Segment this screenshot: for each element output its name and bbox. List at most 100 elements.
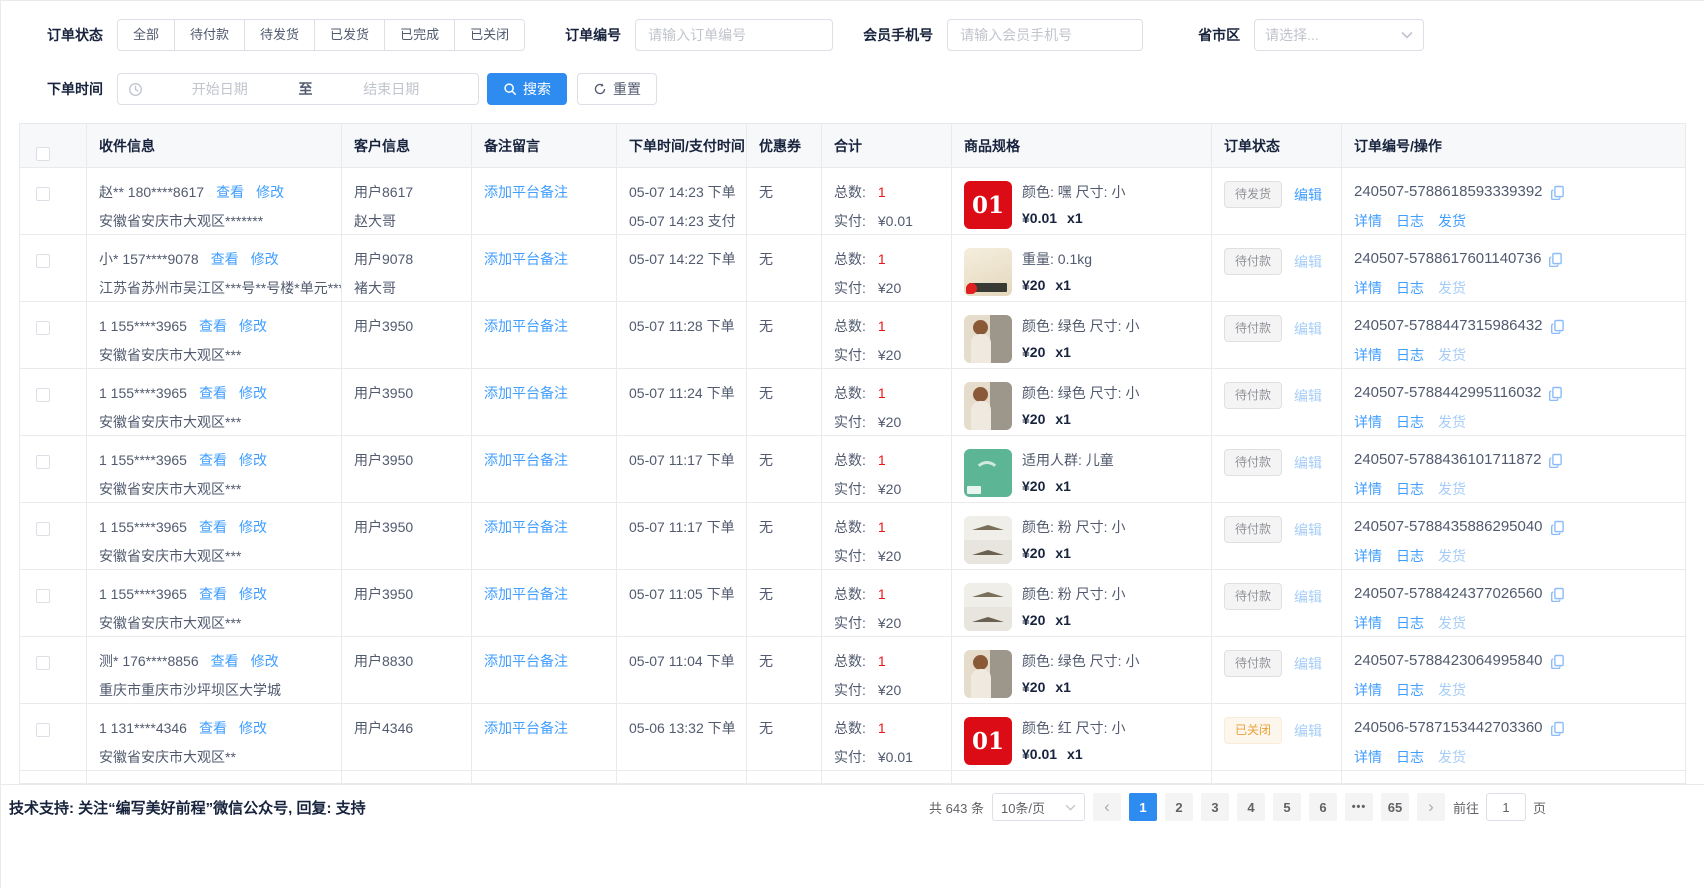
recipient-cell: 1 155****3965查看修改安徽省安庆市大观区***	[87, 436, 342, 502]
page-size-select[interactable]: 10条/页	[992, 793, 1085, 821]
page-button-6[interactable]: 6	[1309, 793, 1337, 821]
more-pages-button[interactable]: •••	[1345, 793, 1373, 821]
detail-link[interactable]: 详情	[1354, 548, 1382, 564]
row-checkbox[interactable]	[36, 723, 50, 737]
product-info: 适用人群: 儿童¥20x1	[1022, 449, 1114, 497]
row-checkbox[interactable]	[36, 589, 50, 603]
detail-link[interactable]: 详情	[1354, 347, 1382, 363]
table-row: 测* 176****8856查看修改重庆市重庆市沙坪坝区大学城用户8830添加平…	[20, 637, 1685, 704]
row-checkbox[interactable]	[36, 187, 50, 201]
status-tab[interactable]: 已发货	[314, 20, 384, 50]
select-all-checkbox[interactable]	[36, 147, 50, 161]
log-link[interactable]: 日志	[1396, 414, 1424, 430]
view-address-link[interactable]: 查看	[211, 653, 239, 669]
reset-button[interactable]: 重置	[577, 73, 657, 105]
log-link[interactable]: 日志	[1396, 481, 1424, 497]
row-checkbox[interactable]	[36, 455, 50, 469]
detail-link[interactable]: 详情	[1354, 481, 1382, 497]
modify-address-link[interactable]: 修改	[251, 251, 279, 267]
order-no-input[interactable]	[635, 19, 833, 51]
modify-address-link[interactable]: 修改	[256, 184, 284, 200]
modify-address-link[interactable]: 修改	[239, 385, 267, 401]
add-platform-note-link[interactable]: 添加平台备注	[484, 653, 568, 669]
view-address-link[interactable]: 查看	[199, 586, 227, 602]
status-tab[interactable]: 已完成	[384, 20, 454, 50]
copy-icon[interactable]	[1550, 520, 1565, 535]
page-button-5[interactable]: 5	[1273, 793, 1301, 821]
copy-icon[interactable]	[1550, 587, 1565, 602]
copy-icon[interactable]	[1550, 721, 1565, 736]
log-link[interactable]: 日志	[1396, 280, 1424, 296]
customer-cell: 用户3950	[342, 503, 472, 569]
copy-icon[interactable]	[1550, 654, 1565, 669]
log-link[interactable]: 日志	[1396, 615, 1424, 631]
copy-icon[interactable]	[1548, 453, 1563, 468]
row-checkbox[interactable]	[36, 656, 50, 670]
add-platform-note-link[interactable]: 添加平台备注	[484, 720, 568, 736]
detail-link[interactable]: 详情	[1354, 749, 1382, 765]
add-platform-note-link[interactable]: 添加平台备注	[484, 318, 568, 334]
recipient-line: 1 155****3965查看修改	[99, 382, 329, 404]
row-checkbox[interactable]	[36, 388, 50, 402]
log-link[interactable]: 日志	[1396, 213, 1424, 229]
page-button-2[interactable]: 2	[1165, 793, 1193, 821]
detail-link[interactable]: 详情	[1354, 615, 1382, 631]
log-link[interactable]: 日志	[1396, 749, 1424, 765]
add-platform-note-link[interactable]: 添加平台备注	[484, 586, 568, 602]
orders-table: 收件信息客户信息备注留言下单时间/支付时间优惠券合计商品规格订单状态订单编号/操…	[19, 123, 1686, 784]
log-link[interactable]: 日志	[1396, 682, 1424, 698]
page-button-3[interactable]: 3	[1201, 793, 1229, 821]
page-button-65[interactable]: 65	[1381, 793, 1409, 821]
log-link[interactable]: 日志	[1396, 548, 1424, 564]
log-link[interactable]: 日志	[1396, 347, 1424, 363]
row-checkbox[interactable]	[36, 254, 50, 268]
view-address-link[interactable]: 查看	[199, 318, 227, 334]
add-platform-note-link[interactable]: 添加平台备注	[484, 452, 568, 468]
view-address-link[interactable]: 查看	[199, 720, 227, 736]
modify-address-link[interactable]: 修改	[239, 586, 267, 602]
row-select-cell	[20, 570, 87, 636]
detail-link[interactable]: 详情	[1354, 213, 1382, 229]
view-address-link[interactable]: 查看	[199, 519, 227, 535]
row-select-cell	[20, 771, 87, 784]
status-tab[interactable]: 待付款	[174, 20, 244, 50]
modify-address-link[interactable]: 修改	[239, 519, 267, 535]
detail-link[interactable]: 详情	[1354, 280, 1382, 296]
row-checkbox[interactable]	[36, 522, 50, 536]
copy-icon[interactable]	[1548, 252, 1563, 267]
modify-address-link[interactable]: 修改	[239, 452, 267, 468]
search-button[interactable]: 搜索	[487, 73, 567, 105]
copy-icon[interactable]	[1550, 319, 1565, 334]
region-select[interactable]: 请选择...	[1254, 19, 1424, 51]
status-tab[interactable]: 已关闭	[454, 20, 524, 50]
date-range-picker[interactable]: 至	[117, 73, 479, 105]
start-date-input[interactable]	[143, 80, 297, 98]
add-platform-note-link[interactable]: 添加平台备注	[484, 184, 568, 200]
view-address-link[interactable]: 查看	[216, 184, 244, 200]
add-platform-note-link[interactable]: 添加平台备注	[484, 251, 568, 267]
modify-address-link[interactable]: 修改	[239, 720, 267, 736]
row-checkbox[interactable]	[36, 321, 50, 335]
add-platform-note-link[interactable]: 添加平台备注	[484, 385, 568, 401]
copy-icon[interactable]	[1548, 386, 1563, 401]
edit-order-link[interactable]: 编辑	[1294, 184, 1322, 206]
detail-link[interactable]: 详情	[1354, 414, 1382, 430]
end-date-input[interactable]	[315, 80, 469, 98]
copy-icon[interactable]	[1550, 185, 1565, 200]
detail-link[interactable]: 详情	[1354, 682, 1382, 698]
view-address-link[interactable]: 查看	[199, 452, 227, 468]
add-platform-note-link[interactable]: 添加平台备注	[484, 519, 568, 535]
page-button-1[interactable]: 1	[1129, 793, 1157, 821]
goto-page-input[interactable]	[1486, 793, 1526, 821]
view-address-link[interactable]: 查看	[199, 385, 227, 401]
ship-link[interactable]: 发货	[1438, 213, 1466, 229]
modify-address-link[interactable]: 修改	[251, 653, 279, 669]
status-tab[interactable]: 全部	[118, 20, 174, 50]
page-button-4[interactable]: 4	[1237, 793, 1265, 821]
status-tab[interactable]: 待发货	[244, 20, 314, 50]
member-phone-input[interactable]	[947, 19, 1143, 51]
modify-address-link[interactable]: 修改	[239, 318, 267, 334]
prev-page-button[interactable]: ‹	[1093, 793, 1121, 821]
view-address-link[interactable]: 查看	[211, 251, 239, 267]
next-page-button[interactable]: ›	[1417, 793, 1445, 821]
